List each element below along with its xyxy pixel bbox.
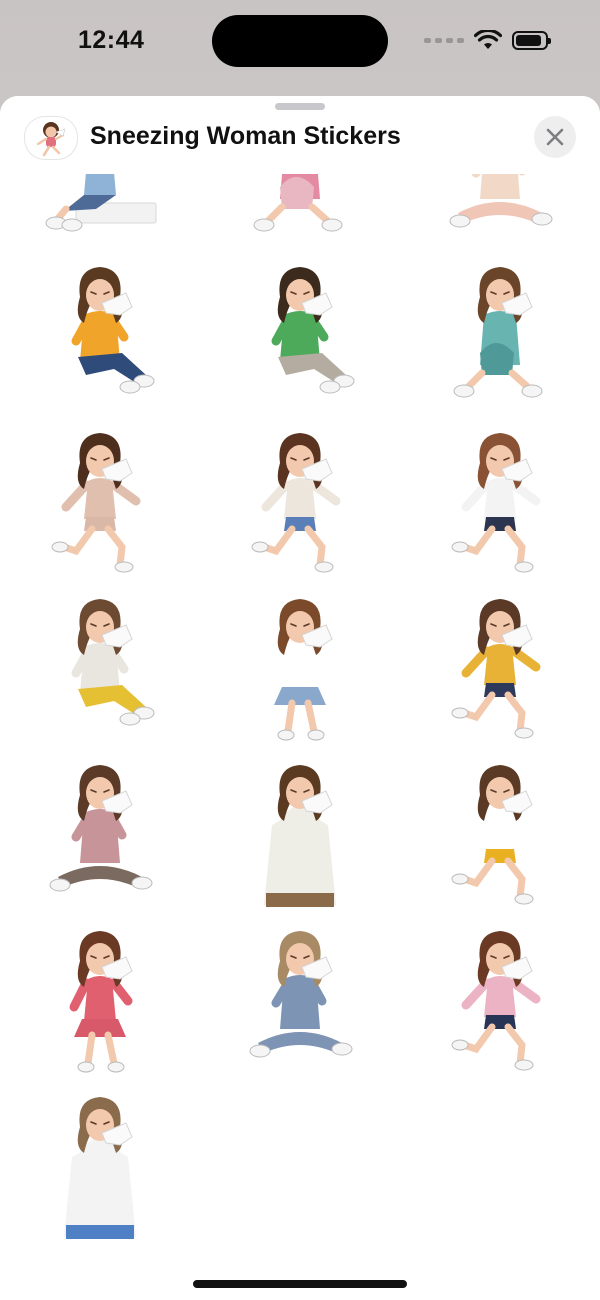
sticker-item[interactable] [0,750,200,916]
status-icons [424,30,551,50]
sticker-item[interactable] [400,418,600,584]
home-indicator[interactable] [193,1280,407,1288]
sneezing-woman-sticker-image [71,599,155,726]
sneezing-woman-sticker-image [451,599,541,739]
sticker-item[interactable] [400,750,600,916]
sneezing-woman-sticker-image [49,765,153,892]
sheet-header: Sneezing Woman Stickers [0,96,600,174]
sticker-sheet: Sneezing Woman Stickers [0,96,600,1300]
sneezing-woman-sticker-image [249,931,353,1058]
sticker-row [0,174,600,252]
sheet-title: Sneezing Woman Stickers [90,122,401,150]
sticker-item[interactable] [400,174,600,252]
screen: 12:44 Sneezing Woman Stickers [0,0,600,1300]
sticker-item[interactable] [0,174,200,252]
sneezing-woman-sticker-image [251,433,341,573]
sticker-row [0,916,600,1082]
sneezing-woman-sticker-image [449,174,553,228]
sticker-item[interactable] [200,584,400,750]
status-time: 12:44 [78,26,145,54]
status-bar: 12:44 [0,0,600,90]
sneezing-woman-sticker-image [51,433,141,573]
sticker-item[interactable] [0,916,200,1082]
sneezing-woman-sticker-image [71,267,155,394]
sticker-item[interactable] [0,252,200,418]
sticker-item[interactable] [200,750,400,916]
wifi-icon [474,30,502,49]
sneezing-woman-sticker-image [64,1097,136,1239]
sheet-grabber[interactable] [275,103,325,110]
sneezing-woman-sticker-image [69,931,133,1073]
battery-icon [512,30,551,50]
sticker-item[interactable] [200,418,400,584]
sticker-item[interactable] [0,1082,200,1244]
sticker-item[interactable] [400,916,600,1082]
sneezing-woman-sticker-image [271,267,355,394]
sneezing-woman-sticker-image [451,765,541,905]
sneezing-woman-sticker-image [253,174,343,232]
battery-level [516,34,542,46]
sticker-row [0,750,600,916]
sticker-row [0,252,600,418]
sticker-grid[interactable] [0,174,600,1244]
close-icon [546,128,564,146]
sticker-row [0,1082,600,1244]
sticker-item[interactable] [0,418,200,584]
close-button[interactable] [534,116,576,158]
sticker-item[interactable] [200,916,400,1082]
sticker-grid-content [0,174,600,1244]
sticker-row [0,418,600,584]
sticker-row [0,584,600,750]
sneezing-woman-sticker-image [45,174,157,232]
sticker-item[interactable] [0,584,200,750]
app-icon [24,116,78,160]
sticker-item[interactable] [400,584,600,750]
sticker-item[interactable] [200,252,400,418]
sneezing-woman-sticker-image [453,267,543,398]
sneezing-woman-sticker-image [451,433,541,573]
sticker-item[interactable] [200,174,400,252]
sneezing-woman-sticker-image [451,931,541,1071]
cellular-icon [424,37,464,43]
sticker-item[interactable] [400,252,600,418]
sneezing-woman-sticker-image [269,599,333,741]
dynamic-island [212,15,388,67]
sneezing-woman-sticker-image [264,765,336,907]
